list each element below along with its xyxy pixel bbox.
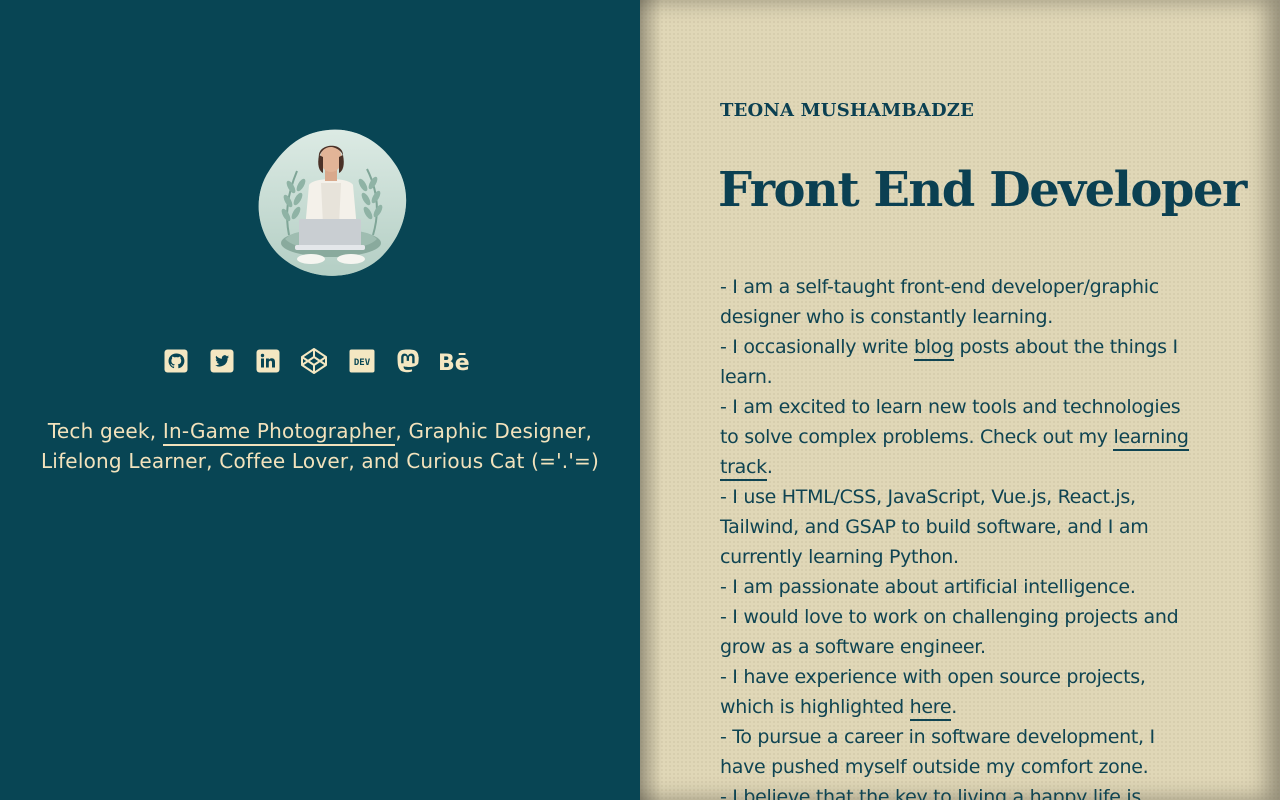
github-icon[interactable] <box>160 344 192 378</box>
right-panel: TEONA MUSHAMBADZE Front End Developer - … <box>640 0 1280 800</box>
linkedin-icon[interactable] <box>252 344 284 378</box>
mastodon-icon[interactable] <box>392 344 424 378</box>
open-source-here-link[interactable]: here <box>909 696 952 721</box>
bio-text: - I occasionally write <box>720 336 914 358</box>
bio-line: - I use HTML/CSS, JavaScript, Vue.js, Re… <box>720 486 1149 568</box>
bio-text: . <box>951 696 958 718</box>
blog-link[interactable]: blog <box>913 336 954 361</box>
bio-line: - I am excited to learn new tools and te… <box>720 392 1204 482</box>
bio-line: - I am passionate about artificial intel… <box>720 576 1136 598</box>
bio-line: - I have experience with open source pro… <box>720 662 1204 722</box>
svg-text:Bē: Bē <box>438 351 470 373</box>
bio: - I am a self-taught front-end developer… <box>720 272 1204 800</box>
bio-text: - I am excited to learn new tools and te… <box>720 396 1181 448</box>
behance-icon[interactable]: Bē <box>436 344 476 378</box>
tagline-text-start: Tech geek, <box>47 419 163 443</box>
bio-line: - I occasionally write blog posts about … <box>720 332 1204 392</box>
bio-line: - To pursue a career in software develop… <box>720 726 1155 778</box>
dev-icon[interactable]: DEV <box>346 344 378 378</box>
social-links: DEV Bē <box>160 344 480 378</box>
author-name: TEONA MUSHAMBADZE <box>720 100 975 121</box>
svg-text:DEV: DEV <box>354 358 371 368</box>
bio-line: - I would love to work on challenging pr… <box>720 606 1179 658</box>
bio-text: . <box>766 456 773 478</box>
twitter-icon[interactable] <box>206 344 238 378</box>
codepen-icon[interactable] <box>298 344 330 378</box>
avatar <box>258 129 407 276</box>
tagline: Tech geek, In-Game Photographer, Graphic… <box>20 417 620 476</box>
bio-line: - I am a self-taught front-end developer… <box>720 276 1159 328</box>
bio-line: - I believe that the key to living a hap… <box>720 786 1141 800</box>
page-title: Front End Developer <box>718 162 1247 218</box>
left-panel: DEV Bē Tech geek, In-Game Photographer, … <box>0 0 640 800</box>
in-game-photographer-link[interactable]: In-Game Photographer <box>162 419 396 446</box>
